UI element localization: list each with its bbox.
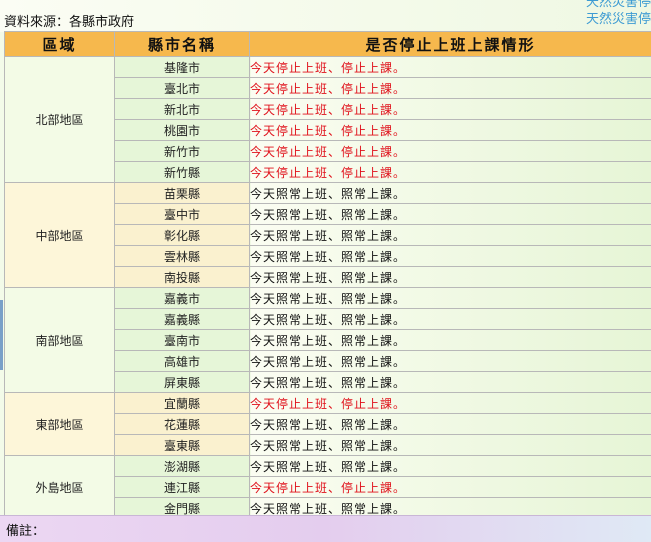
- city-name-cell: 連江縣: [115, 477, 250, 498]
- region-cell: 中部地區: [5, 183, 115, 288]
- top-bar: 資料來源：各縣市政府 天然災害停 天然災害停: [0, 0, 651, 32]
- city-name-cell: 臺南市: [115, 330, 250, 351]
- table-row: 東部地區宜蘭縣今天停止上班、停止上課。: [5, 393, 651, 414]
- window-edge-marker: [0, 300, 3, 370]
- closure-status-cell: 今天照常上班、照常上課。: [250, 414, 651, 435]
- city-name-cell: 南投縣: [115, 267, 250, 288]
- table-body: 北部地區基隆市今天停止上班、停止上課。臺北市今天停止上班、停止上課。新北市今天停…: [5, 57, 651, 519]
- remarks-bar: 備註：: [0, 515, 651, 542]
- city-name-cell: 嘉義縣: [115, 309, 250, 330]
- data-source-label: 資料來源：各縣市政府: [4, 11, 134, 30]
- closure-status-cell: 今天照常上班、照常上課。: [250, 351, 651, 372]
- closure-status-cell: 今天照常上班、照常上課。: [250, 372, 651, 393]
- city-name-cell: 臺東縣: [115, 435, 250, 456]
- region-cell: 南部地區: [5, 288, 115, 393]
- city-name-cell: 苗栗縣: [115, 183, 250, 204]
- closure-status-cell: 今天照常上班、照常上課。: [250, 183, 651, 204]
- city-name-cell: 新竹縣: [115, 162, 250, 183]
- closure-status-cell: 今天照常上班、照常上課。: [250, 267, 651, 288]
- region-cell: 北部地區: [5, 57, 115, 183]
- table-row: 外島地區澎湖縣今天照常上班、照常上課。: [5, 456, 651, 477]
- closure-status-cell: 今天照常上班、照常上課。: [250, 225, 651, 246]
- closure-status-cell: 今天停止上班、停止上課。: [250, 162, 651, 183]
- city-name-cell: 屏東縣: [115, 372, 250, 393]
- closure-status-cell: 今天停止上班、停止上課。: [250, 393, 651, 414]
- closure-status-cell: 今天照常上班、照常上課。: [250, 246, 651, 267]
- city-name-cell: 宜蘭縣: [115, 393, 250, 414]
- closure-status-cell: 今天停止上班、停止上課。: [250, 120, 651, 141]
- closure-status-cell: 今天停止上班、停止上課。: [250, 57, 651, 78]
- region-cell: 外島地區: [5, 456, 115, 519]
- disaster-notice-link[interactable]: 天然災害停: [586, 11, 651, 28]
- table-row: 北部地區基隆市今天停止上班、停止上課。: [5, 57, 651, 78]
- city-name-cell: 花蓮縣: [115, 414, 250, 435]
- city-name-cell: 臺中市: [115, 204, 250, 225]
- city-name-cell: 基隆市: [115, 57, 250, 78]
- city-column-header: 縣市名稱: [115, 32, 250, 57]
- city-name-cell: 新竹市: [115, 141, 250, 162]
- closure-status-cell: 今天停止上班、停止上課。: [250, 477, 651, 498]
- closure-status-cell: 今天照常上班、照常上課。: [250, 309, 651, 330]
- city-name-cell: 彰化縣: [115, 225, 250, 246]
- region-column-header: 區域: [5, 32, 115, 57]
- disaster-notice-link[interactable]: 天然災害停: [586, 0, 651, 11]
- city-name-cell: 新北市: [115, 99, 250, 120]
- closure-status-cell: 今天照常上班、照常上課。: [250, 456, 651, 477]
- region-cell: 東部地區: [5, 393, 115, 456]
- city-name-cell: 雲林縣: [115, 246, 250, 267]
- status-column-header: 是否停止上班上課情形: [250, 32, 651, 57]
- closure-status-cell: 今天照常上班、照常上課。: [250, 204, 651, 225]
- closure-status-cell: 今天照常上班、照常上課。: [250, 330, 651, 351]
- closure-status-cell: 今天照常上班、照常上課。: [250, 288, 651, 309]
- city-name-cell: 桃園市: [115, 120, 250, 141]
- closure-status-cell: 今天照常上班、照常上課。: [250, 435, 651, 456]
- closure-status-cell: 今天停止上班、停止上課。: [250, 78, 651, 99]
- city-name-cell: 高雄市: [115, 351, 250, 372]
- city-name-cell: 澎湖縣: [115, 456, 250, 477]
- closure-status-cell: 今天停止上班、停止上課。: [250, 141, 651, 162]
- top-right-links: 天然災害停 天然災害停: [586, 0, 651, 28]
- table-row: 南部地區嘉義市今天照常上班、照常上課。: [5, 288, 651, 309]
- table-row: 中部地區苗栗縣今天照常上班、照常上課。: [5, 183, 651, 204]
- remarks-label: 備註：: [6, 520, 45, 539]
- city-name-cell: 嘉義市: [115, 288, 250, 309]
- closure-status-table: 區域 縣市名稱 是否停止上班上課情形 北部地區基隆市今天停止上班、停止上課。臺北…: [4, 31, 651, 519]
- city-name-cell: 臺北市: [115, 78, 250, 99]
- closure-status-cell: 今天停止上班、停止上課。: [250, 99, 651, 120]
- table-header-row: 區域 縣市名稱 是否停止上班上課情形: [5, 32, 651, 57]
